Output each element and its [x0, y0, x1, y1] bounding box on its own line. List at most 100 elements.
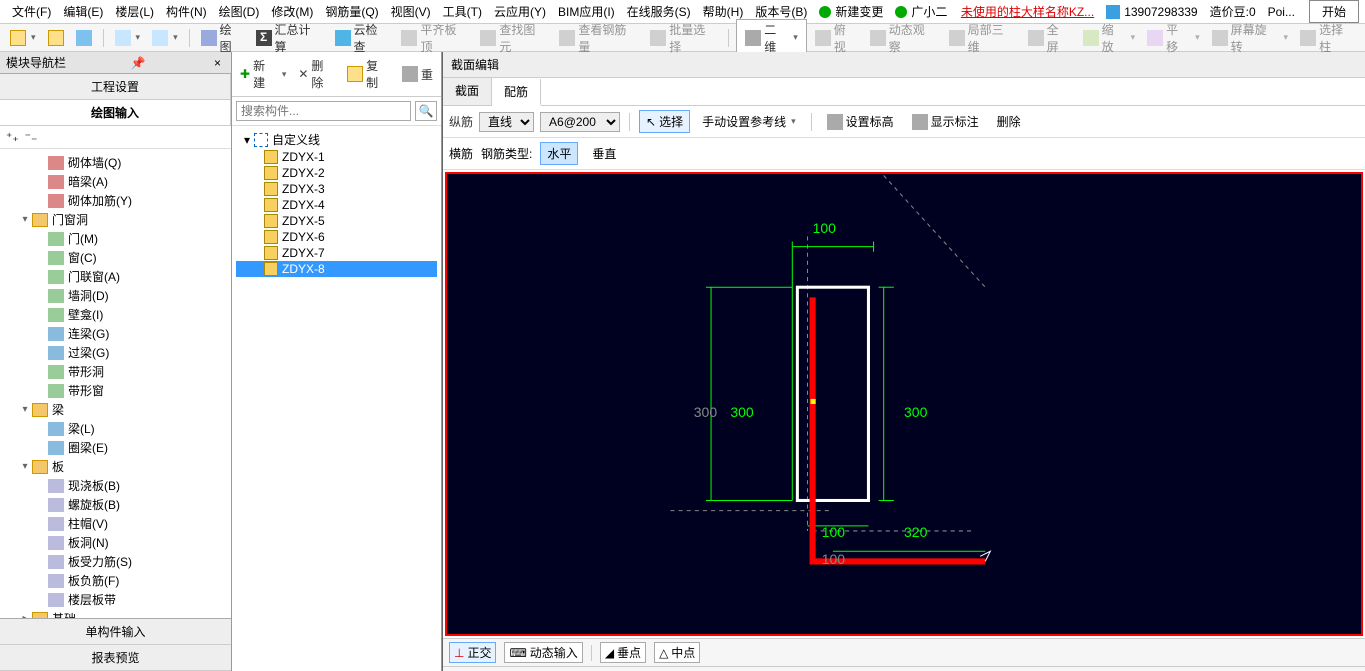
tree-item[interactable]: 窗(C): [2, 248, 229, 267]
mid-delete-button[interactable]: ✕删除: [294, 55, 339, 93]
ortho-toggle[interactable]: ⊥正交: [449, 642, 496, 663]
expand-icon[interactable]: ▾: [18, 404, 32, 415]
tree-item[interactable]: 暗梁(A): [2, 172, 229, 191]
dim-b2[interactable]: 320: [904, 524, 927, 540]
section-canvas[interactable]: 100 300 300 300 100 100 320: [445, 172, 1363, 636]
tree-item[interactable]: 带形窗: [2, 381, 229, 400]
comp-item[interactable]: ZDYX-6: [236, 229, 437, 245]
file-open-button[interactable]: [44, 28, 68, 48]
comp-item[interactable]: ZDYX-3: [236, 181, 437, 197]
tab-project-settings[interactable]: 工程设置: [0, 74, 231, 99]
tab-single-input[interactable]: 单构件输入: [0, 619, 231, 645]
tree-item[interactable]: 过梁(G): [2, 343, 229, 362]
tree-item[interactable]: 门联窗(A): [2, 267, 229, 286]
comp-item[interactable]: ZDYX-1: [236, 149, 437, 165]
menu-floor[interactable]: 楼层(L): [109, 1, 160, 22]
dim-top[interactable]: 100: [813, 220, 836, 236]
manual-ref-button[interactable]: 手动设置参考线: [696, 111, 802, 132]
select-column-button[interactable]: 选择柱: [1296, 19, 1359, 57]
warning-link[interactable]: 未使用的柱大样名称KZ...: [955, 3, 1100, 20]
comp-item[interactable]: ZDYX-5: [236, 213, 437, 229]
file-new-button[interactable]: [6, 28, 40, 48]
dim-b1[interactable]: 100: [822, 524, 845, 540]
mid-new-button[interactable]: ✚新建: [236, 55, 290, 93]
file-save-button[interactable]: [72, 28, 96, 48]
flat-top-button[interactable]: 平齐板顶: [397, 19, 472, 57]
tree-item[interactable]: 板洞(N): [2, 533, 229, 552]
current-user[interactable]: 广小二: [889, 3, 953, 20]
expand-icon[interactable]: ▾: [18, 214, 32, 225]
tree-item[interactable]: 楼层板带: [2, 590, 229, 609]
find-elem-button[interactable]: 查找图元: [476, 19, 551, 57]
line-type-select[interactable]: 直线: [479, 112, 534, 132]
comp-item[interactable]: ZDYX-2: [236, 165, 437, 181]
tree-item[interactable]: ▾板: [2, 457, 229, 476]
comp-item[interactable]: ZDYX-7: [236, 245, 437, 261]
rebar-spec-select[interactable]: A6@200: [540, 112, 620, 132]
draw-button[interactable]: 绘图: [197, 19, 248, 57]
tree-item[interactable]: 墙洞(D): [2, 286, 229, 305]
nav-close-icon[interactable]: ×: [210, 56, 225, 70]
mid-more-button[interactable]: 重: [398, 64, 437, 85]
search-button[interactable]: 🔍: [415, 101, 437, 121]
tree-item[interactable]: 板受力筋(S): [2, 552, 229, 571]
pan-button[interactable]: 平移: [1143, 19, 1204, 57]
horizontal-option[interactable]: 水平: [540, 142, 578, 165]
expand-icon[interactable]: ▾: [240, 133, 254, 147]
dyn-view-button[interactable]: 动态观察: [866, 19, 941, 57]
tree-item[interactable]: 板负筋(F): [2, 571, 229, 590]
perp-snap-toggle[interactable]: ◢垂点: [600, 642, 646, 663]
tab-report-preview[interactable]: 报表预览: [0, 645, 231, 671]
set-elevation-button[interactable]: 设置标高: [821, 111, 900, 132]
vertical-option[interactable]: 垂直: [586, 143, 622, 164]
search-input[interactable]: [236, 101, 411, 121]
dim-right[interactable]: 300: [904, 404, 927, 420]
component-tree[interactable]: 砌体墙(Q)暗梁(A)砌体加筋(Y)▾门窗洞门(M)窗(C)门联窗(A)墙洞(D…: [0, 149, 231, 618]
tree-item[interactable]: 现浇板(B): [2, 476, 229, 495]
component-list[interactable]: ▾自定义线ZDYX-1ZDYX-2ZDYX-3ZDYX-4ZDYX-5ZDYX-…: [232, 126, 441, 671]
menu-file[interactable]: 文件(F): [6, 1, 57, 22]
account-button[interactable]: 13907298339: [1100, 5, 1203, 19]
tree-item[interactable]: ▸基础: [2, 609, 229, 618]
view-rebar-button[interactable]: 查看钢筋量: [555, 19, 642, 57]
expand-icon[interactable]: ▾: [18, 461, 32, 472]
tree-item[interactable]: 梁(L): [2, 419, 229, 438]
tree-item[interactable]: 壁龛(I): [2, 305, 229, 324]
delete-rebar-button[interactable]: 删除: [991, 111, 1027, 132]
tree-item[interactable]: ▾梁: [2, 400, 229, 419]
subtab-plus[interactable]: ⁺₊: [6, 130, 19, 144]
subtab-minus[interactable]: ⁻₋: [25, 130, 38, 144]
undo-button[interactable]: [111, 28, 145, 48]
tree-item[interactable]: 砌体墙(Q): [2, 153, 229, 172]
tree-item[interactable]: 门(M): [2, 229, 229, 248]
mid-snap-toggle[interactable]: △中点: [654, 642, 700, 663]
tree-item[interactable]: 圈梁(E): [2, 438, 229, 457]
fullscreen-button[interactable]: 全屏: [1024, 19, 1075, 57]
tab-draw-input[interactable]: 绘图输入: [0, 100, 231, 125]
batch-select-button[interactable]: 批量选择: [646, 19, 721, 57]
new-change-button[interactable]: 新建变更: [813, 3, 889, 20]
tab-rebar[interactable]: 配筋: [492, 79, 541, 106]
cloud-check-button[interactable]: 云检查: [331, 19, 394, 57]
tree-item[interactable]: 柱帽(V): [2, 514, 229, 533]
mid-copy-button[interactable]: 复制: [343, 55, 394, 93]
screen-rotate-button[interactable]: 屏幕旋转: [1208, 19, 1292, 57]
menu-edit[interactable]: 编辑(E): [57, 1, 109, 22]
view-2d-dropdown[interactable]: 二维: [736, 19, 807, 57]
nav-pin-icon[interactable]: 📌: [127, 56, 150, 70]
tree-item[interactable]: 砌体加筋(Y): [2, 191, 229, 210]
sum-button[interactable]: Σ汇总计算: [252, 19, 327, 57]
local3d-button[interactable]: 局部三维: [945, 19, 1020, 57]
comp-root[interactable]: ▾自定义线: [236, 130, 437, 149]
dim-left[interactable]: 300: [730, 404, 753, 420]
comp-item[interactable]: ZDYX-8: [236, 261, 437, 277]
dyn-input-toggle[interactable]: ⌨动态输入: [504, 642, 582, 663]
bird-view-button[interactable]: 俯视: [811, 19, 862, 57]
tab-section[interactable]: 截面: [443, 78, 492, 105]
comp-item[interactable]: ZDYX-4: [236, 197, 437, 213]
redo-button[interactable]: [148, 28, 182, 48]
tree-item[interactable]: ▾门窗洞: [2, 210, 229, 229]
select-tool-button[interactable]: ↖选择: [639, 110, 690, 133]
show-dim-button[interactable]: 显示标注: [906, 111, 985, 132]
tree-item[interactable]: 连梁(G): [2, 324, 229, 343]
